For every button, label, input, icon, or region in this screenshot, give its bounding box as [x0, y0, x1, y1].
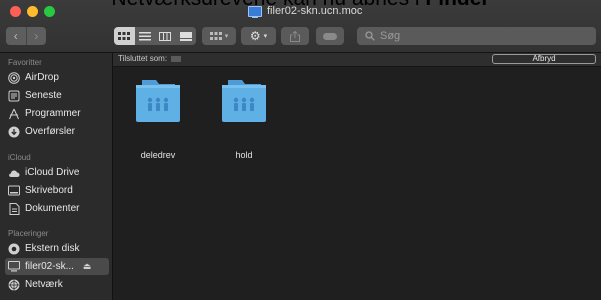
chevron-down-icon: ▾ [263, 33, 268, 40]
sidebar-item-label: filer02-sk... [25, 261, 74, 272]
search-icon [365, 31, 375, 41]
eject-icon[interactable]: ⏏ [83, 261, 92, 272]
sidebar-item-desktop[interactable]: Skrivebord [5, 182, 109, 199]
caption-text: Netværksdrevene kan nu åbnes i [111, 0, 425, 10]
folder-name: deledrev [140, 150, 176, 160]
shared-folder-icon [222, 80, 266, 122]
icon-grid-icon [118, 31, 131, 40]
disconnect-button[interactable]: Afbryd [492, 54, 596, 64]
sidebar-item-external-disk[interactable]: Ekstern disk [5, 240, 109, 257]
sidebar-item-label: AirDrop [25, 72, 59, 83]
connected-as-text: Tilsluttet som: [118, 54, 168, 63]
sidebar-item-label: Ekstern disk [25, 243, 80, 254]
group-icon [209, 31, 222, 40]
sidebar-item-label: iCloud Drive [25, 167, 80, 178]
icon-view-button[interactable] [114, 27, 135, 45]
back-button[interactable]: ‹ [6, 27, 26, 45]
document-icon [8, 202, 20, 215]
sidebar-item-documents[interactable]: Dokumenter [5, 200, 109, 217]
list-view-button[interactable] [135, 27, 156, 45]
share-button[interactable] [281, 27, 309, 45]
folder-name: hold [235, 150, 253, 160]
sidebar-item-recents[interactable]: Seneste [5, 87, 109, 104]
sidebar-item-label: Netværk [25, 279, 63, 290]
caption: Netværksdrevene kan nu åbnes i Finder [0, 0, 601, 11]
connected-as-label: Tilsluttet som: [118, 54, 182, 63]
tag-icon [323, 32, 337, 40]
sidebar-item-label: Seneste [25, 90, 62, 101]
sidebar-item-airdrop[interactable]: AirDrop [5, 69, 109, 86]
gear-icon: ⚙ [249, 29, 261, 43]
network-icon [8, 279, 20, 291]
applications-icon [8, 108, 20, 120]
recents-icon [8, 90, 20, 102]
sidebar-item-label: Skrivebord [25, 185, 73, 196]
list-icon [138, 31, 151, 40]
sidebar-item-applications[interactable]: Programmer [5, 105, 109, 122]
disk-icon [8, 243, 20, 255]
chevron-down-icon: ▾ [224, 33, 229, 40]
forward-button[interactable]: › [25, 27, 47, 45]
search-placeholder: Søg [380, 30, 401, 42]
sidebar-section-icloud: iCloud [8, 153, 31, 162]
shared-folder-icon [136, 80, 180, 122]
sidebar-item-label: Overførsler [25, 126, 75, 137]
connection-bar: Tilsluttet som: Afbryd [113, 53, 601, 67]
sidebar-item-icloud-drive[interactable]: iCloud Drive [5, 164, 109, 181]
gallery-icon [179, 31, 192, 41]
sidebar-item-downloads[interactable]: Overførsler [5, 123, 109, 140]
sidebar-section-favorites: Favoritter [8, 58, 42, 67]
cloud-icon [8, 167, 20, 179]
sidebar-section-locations: Placeringer [8, 229, 49, 238]
view-mode-selector [114, 27, 196, 45]
share-icon [290, 30, 300, 42]
search-field[interactable]: Søg [357, 27, 596, 45]
sidebar-item-network[interactable]: Netværk [5, 276, 109, 293]
user-badge [171, 55, 182, 62]
server-icon [8, 261, 20, 273]
file-browser-content: Tilsluttet som: Afbryd deledrev hold [113, 53, 601, 300]
downloads-icon [8, 126, 20, 138]
sidebar: Favoritter AirDrop Seneste Programmer Ov… [0, 53, 113, 300]
sidebar-item-server[interactable]: filer02-sk... ⏏ [5, 258, 109, 275]
desktop-icon [8, 185, 20, 197]
finder-window: filer02-skn.ucn.moc ‹ › ▾ ⚙ ▾ Søg Favori… [0, 0, 601, 300]
caption-bold-text: Finder [425, 0, 489, 10]
sidebar-item-label: Programmer [25, 108, 81, 119]
columns-icon [159, 31, 172, 41]
group-button[interactable]: ▾ [202, 27, 236, 45]
action-button[interactable]: ⚙ ▾ [241, 27, 276, 45]
column-view-button[interactable] [155, 27, 176, 45]
airdrop-icon [8, 71, 20, 84]
sidebar-item-label: Dokumenter [25, 203, 80, 214]
gallery-view-button[interactable] [176, 27, 197, 45]
tags-button[interactable] [316, 27, 344, 45]
navigation-buttons: ‹ › [6, 27, 46, 45]
